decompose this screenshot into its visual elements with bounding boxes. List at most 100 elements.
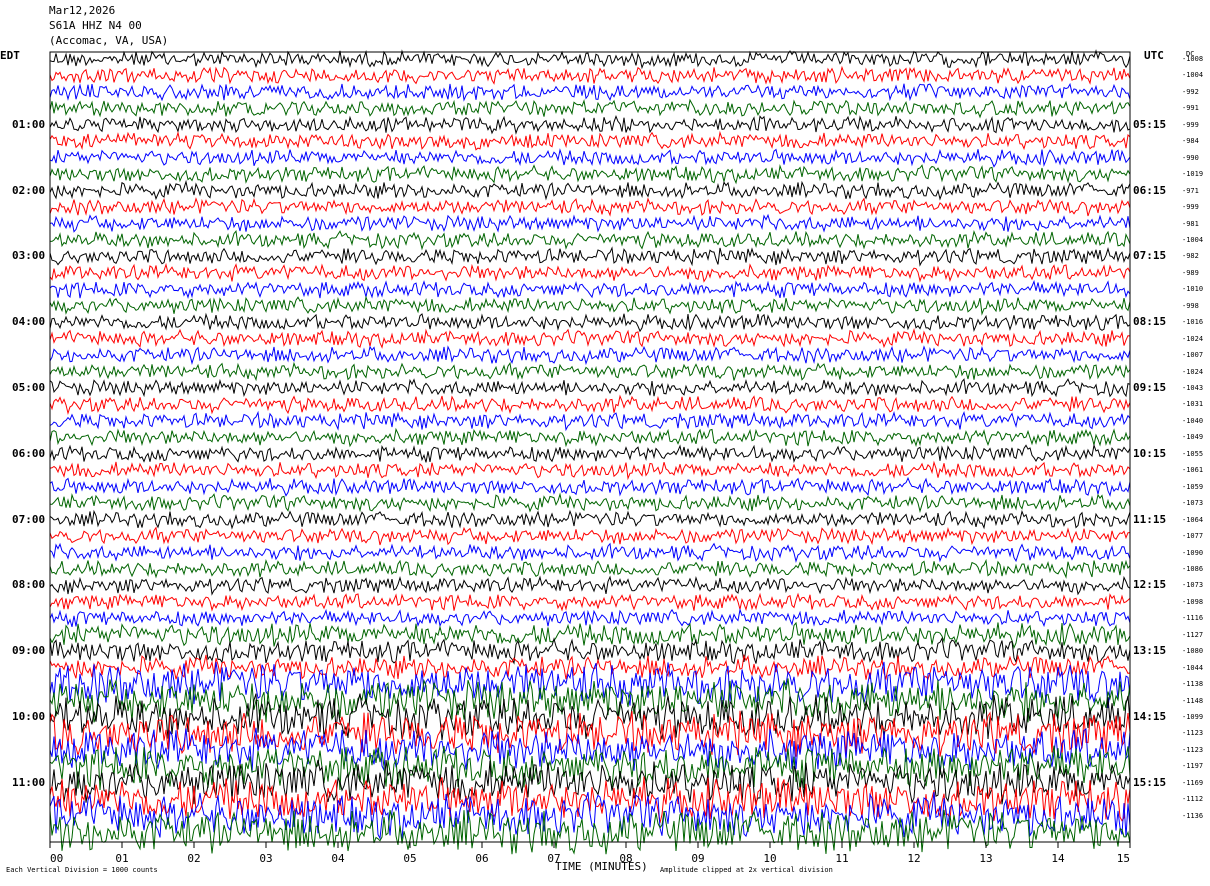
dc-offset-label: -1031 <box>1182 400 1204 409</box>
left-hour-label: 09:00 <box>12 644 46 658</box>
trace-red-row-9 <box>49 197 1131 217</box>
dc-offset-label: -991 <box>1182 104 1199 113</box>
right-timezone-label: UTC <box>1144 49 1164 62</box>
trace-red-row-33 <box>49 592 1131 612</box>
dc-offset-label: -992 <box>1182 87 1199 96</box>
trace-blue-row-26 <box>49 476 1131 497</box>
x-tick-label: 15 <box>1117 852 1130 865</box>
footer-x-label: TIME (MINUTES) <box>555 860 648 873</box>
dc-offset-label: -1077 <box>1182 532 1204 541</box>
dc-offset-label: -999 <box>1182 203 1199 212</box>
dc-offset-label: -1007 <box>1182 351 1204 360</box>
dc-offset-label: -984 <box>1182 137 1199 146</box>
left-hour-label: 01:00 <box>12 117 46 131</box>
helicorder-plot: 00 01 02 03 04 05 06 07 08 09 10 11 12 13 14 15 <box>49 49 1131 865</box>
trace-black-row-4 <box>49 114 1131 135</box>
header-station: S61A HHZ N4 00 <box>49 19 142 32</box>
x-tick-label: 10 <box>763 852 776 865</box>
dc-offset-label: -1197 <box>1182 762 1204 771</box>
x-tick-label: 11 <box>835 852 848 865</box>
trace-green-row-35 <box>49 621 1131 650</box>
trace-red-row-25 <box>49 460 1131 481</box>
trace-blue-row-18 <box>49 345 1131 366</box>
dc-offset-label: -1080 <box>1182 647 1204 656</box>
right-hour-label: 12:15 <box>1133 578 1167 592</box>
left-hour-label: 02:00 <box>12 183 46 197</box>
dc-offset-label: -1123 <box>1182 729 1204 738</box>
dc-offset-label: -1138 <box>1182 680 1204 689</box>
trace-blue-row-2 <box>49 82 1131 102</box>
trace-red-row-1 <box>49 65 1131 85</box>
left-hour-label: 11:00 <box>12 775 46 789</box>
dc-offset-label: -1004 <box>1182 235 1204 244</box>
left-timezone-label: EDT <box>0 49 20 62</box>
dc-offset-label: -1123 <box>1182 745 1204 754</box>
trace-green-row-27 <box>49 492 1131 514</box>
left-hour-label: 03:00 <box>12 249 46 263</box>
trace-green-row-31 <box>49 558 1131 579</box>
dc-offset-label: -1116 <box>1182 614 1204 623</box>
trace-green-row-23 <box>49 427 1131 448</box>
trace-red-row-17 <box>49 327 1131 349</box>
trace-blue-row-14 <box>49 279 1131 300</box>
x-tick-label: 09 <box>691 852 704 865</box>
left-hour-label: 05:00 <box>12 381 46 394</box>
right-hour-label: 10:15 <box>1133 446 1167 460</box>
dc-offset-label: -1008 <box>1182 55 1204 63</box>
x-tick-label: 02 <box>187 852 200 865</box>
trace-green-row-19 <box>49 361 1131 382</box>
dc-offset-label: -1064 <box>1182 515 1204 524</box>
dc-offset-label: -1136 <box>1182 811 1204 820</box>
dc-offset-label: -1055 <box>1182 449 1204 458</box>
trace-green-row-11 <box>49 230 1131 251</box>
dc-offset-label: -1061 <box>1182 466 1204 475</box>
trace-blue-row-46 <box>49 791 1131 840</box>
dc-offset-label: -1098 <box>1182 597 1204 606</box>
footer-clip-note: Amplitude clipped at 2x vertical divisio… <box>660 866 833 874</box>
dc-offset-label: -990 <box>1182 153 1199 162</box>
dc-offset-label: -999 <box>1182 120 1199 129</box>
trace-black-row-8 <box>49 179 1131 201</box>
dc-offset-label: -1043 <box>1182 384 1204 392</box>
x-tick-label: 13 <box>979 852 992 865</box>
dc-offset-label: -1073 <box>1182 581 1204 590</box>
dc-offset-label: -1040 <box>1182 416 1204 425</box>
left-hour-label: 06:00 <box>12 446 46 460</box>
dc-offset-label: -1010 <box>1182 285 1204 294</box>
dc-offset-label: -1049 <box>1182 433 1204 442</box>
left-hour-label: 08:00 <box>12 578 46 592</box>
trace-green-row-7 <box>49 164 1131 185</box>
x-tick-label: 14 <box>1051 852 1065 865</box>
x-tick-label: 12 <box>907 852 920 865</box>
right-hour-label: 07:15 <box>1133 249 1167 263</box>
dc-offset-label: -1086 <box>1182 564 1204 573</box>
trace-black-row-28 <box>49 509 1131 530</box>
header-date: Mar12,2026 <box>49 4 116 17</box>
dc-offset-label: -971 <box>1182 186 1199 195</box>
trace-red-row-13 <box>49 262 1131 283</box>
dc-offset-label: -1016 <box>1182 318 1204 327</box>
dc-offset-label: -989 <box>1182 268 1199 277</box>
trace-black-row-36 <box>49 636 1131 665</box>
trace-blue-row-6 <box>49 148 1131 168</box>
dc-offset-label: -1169 <box>1182 778 1204 787</box>
x-tick-label: 05 <box>403 852 416 865</box>
x-tick-label: 03 <box>259 852 272 865</box>
left-hour-label: 07:00 <box>12 512 46 526</box>
footer-scale-note: Each Vertical Division = 1000 counts <box>6 866 158 874</box>
trace-blue-row-22 <box>49 410 1131 432</box>
trace-green-row-15 <box>49 295 1131 316</box>
trace-red-row-29 <box>49 526 1131 546</box>
trace-black-row-24 <box>49 443 1131 464</box>
left-hour-label: 10:00 <box>12 710 46 723</box>
dc-offset-label: -1090 <box>1182 548 1204 557</box>
right-hour-label: 13:15 <box>1133 644 1167 658</box>
trace-layer <box>49 49 1131 855</box>
right-hour-label: 09:15 <box>1133 381 1167 394</box>
trace-black-row-0 <box>49 49 1131 70</box>
dc-offset-label: -1148 <box>1182 696 1204 705</box>
dc-offset-label: -1019 <box>1182 170 1204 179</box>
trace-green-row-3 <box>49 98 1131 119</box>
x-tick-label: 00 <box>50 852 63 865</box>
dc-offset-label: -998 <box>1182 301 1199 310</box>
